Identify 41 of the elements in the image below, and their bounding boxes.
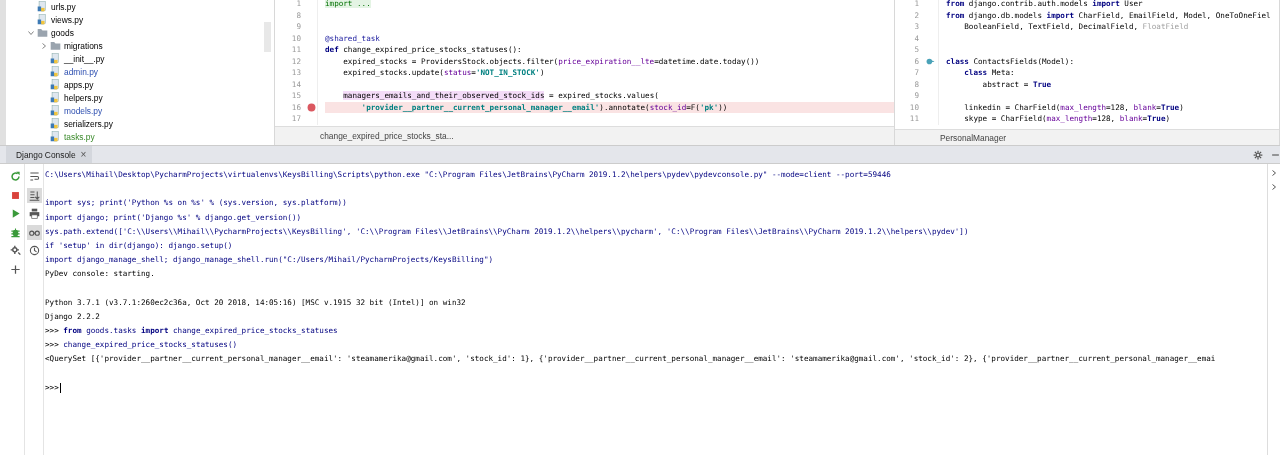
chevron-right-icon[interactable] bbox=[39, 41, 48, 50]
stop-icon[interactable] bbox=[9, 189, 21, 201]
clock-icon bbox=[28, 245, 40, 256]
glasses-button[interactable] bbox=[26, 224, 42, 240]
python-file-icon bbox=[50, 79, 61, 90]
breadcrumb[interactable]: PersonalManager bbox=[940, 132, 1007, 143]
folder-name[interactable]: migrations bbox=[64, 40, 103, 51]
soft-wrap-icon bbox=[28, 171, 40, 182]
folder-name[interactable]: goods bbox=[51, 27, 74, 38]
python-file-icon bbox=[50, 66, 61, 77]
python-file-icon bbox=[37, 14, 48, 25]
implemented-marker-icon[interactable] bbox=[926, 56, 935, 66]
file-name[interactable]: serializers.py bbox=[64, 118, 113, 129]
folder-icon bbox=[37, 27, 48, 38]
python-file-icon bbox=[50, 53, 61, 64]
console-tab[interactable]: Django Console × bbox=[6, 146, 93, 163]
python-file-icon bbox=[50, 131, 61, 142]
folder-icon bbox=[50, 40, 61, 51]
python-file-icon bbox=[50, 118, 61, 129]
file-name[interactable]: models.py bbox=[64, 105, 103, 116]
chevron-down-icon[interactable] bbox=[26, 28, 35, 37]
python-file-icon bbox=[50, 105, 61, 116]
close-icon[interactable]: × bbox=[80, 149, 87, 160]
file-name[interactable]: helpers.py bbox=[64, 92, 103, 103]
plus-icon[interactable] bbox=[9, 263, 21, 275]
settings-icon[interactable] bbox=[9, 245, 21, 256]
scroll-to-end-icon bbox=[28, 189, 40, 201]
file-name[interactable]: urls.py bbox=[51, 1, 76, 12]
python-file-icon bbox=[50, 92, 61, 103]
file-name[interactable]: apps.py bbox=[64, 79, 94, 90]
file-name[interactable]: admin.py bbox=[64, 66, 98, 77]
file-name[interactable]: __init__.py bbox=[64, 53, 105, 64]
file-name[interactable]: views.py bbox=[51, 14, 84, 25]
printer-icon bbox=[28, 208, 40, 219]
rerun-icon[interactable] bbox=[9, 171, 21, 182]
settings-icon[interactable] bbox=[1253, 149, 1263, 160]
scroll-to-end-button[interactable] bbox=[26, 187, 42, 203]
python-file-icon bbox=[37, 1, 48, 12]
file-name[interactable]: tasks.py bbox=[64, 131, 95, 142]
breadcrumb[interactable]: change_expired_price_stocks_sta... bbox=[320, 131, 454, 141]
breakpoint-icon[interactable] bbox=[306, 102, 316, 112]
